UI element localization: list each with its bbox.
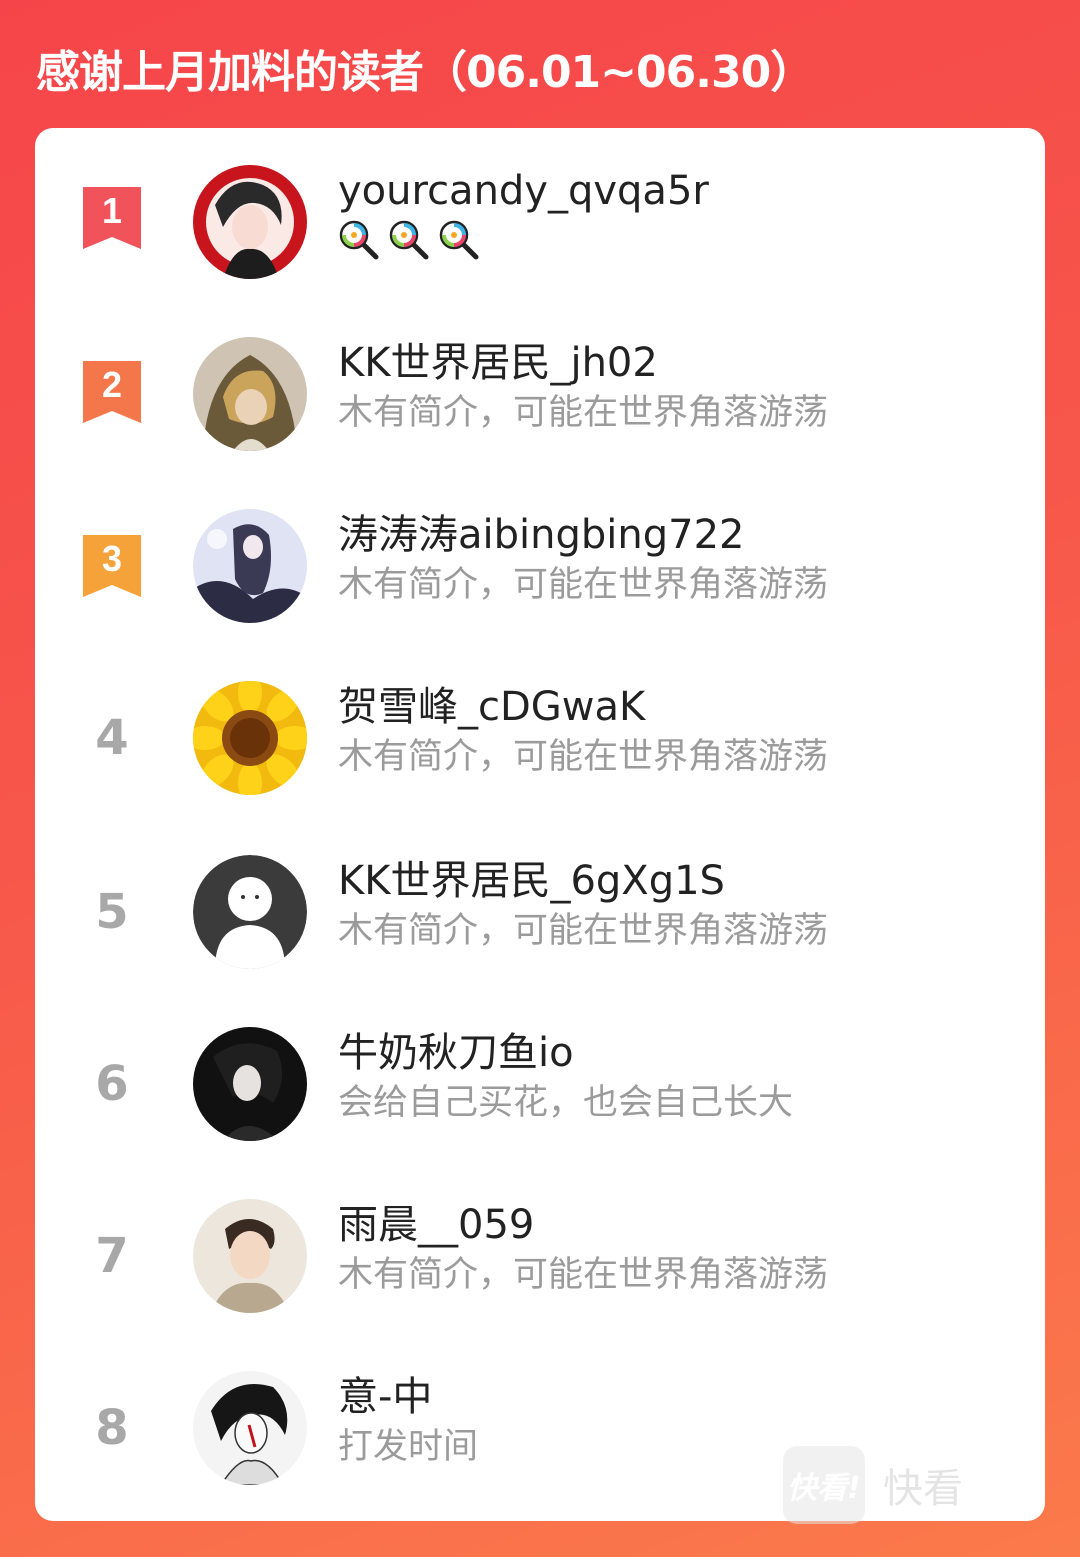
avatar[interactable] xyxy=(193,1199,307,1313)
reader-name[interactable]: 牛奶秋刀鱼io xyxy=(338,1029,574,1077)
rank-number: 5 xyxy=(95,884,129,940)
avatar[interactable] xyxy=(193,165,307,279)
reader-name[interactable]: 意-中 xyxy=(338,1373,432,1421)
avatar[interactable] xyxy=(193,1027,307,1141)
list-item[interactable]: 2 KK世界居民_jh02 木有简介，可能在世界角落游荡 xyxy=(35,337,1045,487)
default-user-avatar-icon xyxy=(193,855,307,969)
reader-name[interactable]: 雨晨__059 xyxy=(338,1201,534,1249)
reader-name[interactable]: KK世界居民_jh02 xyxy=(338,339,658,387)
page-title: 感谢上月加料的读者（06.01~06.30） xyxy=(36,47,814,98)
reader-name[interactable]: 贺雪峰_cDGwaK xyxy=(338,683,645,731)
list-item[interactable]: 3 涛涛涛aibingbing722 木有简介，可能在世界角落游荡 xyxy=(35,509,1045,659)
avatar[interactable] xyxy=(193,681,307,795)
lollipop-icon xyxy=(339,220,379,260)
avatar[interactable] xyxy=(193,855,307,969)
reader-bio: 木有简介，可能在世界角落游荡 xyxy=(338,1255,829,1295)
list-item[interactable]: 4 贺雪峰_cDGwaK 木有简介，可能在世界角落游荡 xyxy=(35,681,1045,831)
rank-ribbon-icon: 2 xyxy=(83,361,141,423)
avatar[interactable] xyxy=(193,337,307,451)
reader-ranking-card: 1 yourcandy_qvqa5r 2 KK世界居民_jh02 木有简介，可能… xyxy=(35,128,1045,1524)
kuaikan-logo: 快看! xyxy=(783,1446,865,1524)
rank-number: 7 xyxy=(95,1228,129,1284)
rank-number: 6 xyxy=(95,1056,129,1112)
rank-number: 4 xyxy=(95,710,129,766)
svg-text:3: 3 xyxy=(102,538,122,579)
watermark-text: 快看 xyxy=(883,1466,963,1512)
reader-name[interactable]: KK世界居民_6gXg1S xyxy=(338,857,725,905)
list-item[interactable]: 1 yourcandy_qvqa5r xyxy=(35,165,1045,315)
kuaikan-watermark: 快看! 快看 xyxy=(783,1446,963,1524)
rank-ribbon-icon: 3 xyxy=(83,535,141,597)
lollipop-icon xyxy=(389,220,429,260)
reader-bio: 木有简介，可能在世界角落游荡 xyxy=(338,565,829,605)
svg-text:1: 1 xyxy=(102,190,122,231)
reader-bio: 会给自己买花，也会自己长大 xyxy=(338,1083,794,1123)
avatar[interactable] xyxy=(193,509,307,623)
list-item[interactable]: 7 雨晨__059 木有简介，可能在世界角落游荡 xyxy=(35,1199,1045,1349)
reader-name[interactable]: yourcandy_qvqa5r xyxy=(338,167,709,215)
list-item[interactable]: 5 KK世界居民_6gXg1S 木有简介，可能在世界角落游荡 xyxy=(35,855,1045,1005)
lollipop-icon xyxy=(439,220,479,260)
avatar[interactable] xyxy=(193,1371,307,1485)
reader-bio: 木有简介，可能在世界角落游荡 xyxy=(338,393,829,433)
reader-name[interactable]: 涛涛涛aibingbing722 xyxy=(338,511,744,559)
list-item[interactable]: 6 牛奶秋刀鱼io 会给自己买花，也会自己长大 xyxy=(35,1027,1045,1177)
svg-text:2: 2 xyxy=(102,364,122,405)
rank-ribbon-icon: 1 xyxy=(83,187,141,249)
reader-bio: 木有简介，可能在世界角落游荡 xyxy=(338,737,829,777)
reward-badges xyxy=(338,219,480,263)
reader-bio: 木有简介，可能在世界角落游荡 xyxy=(338,911,829,951)
rank-number: 8 xyxy=(95,1400,129,1456)
reader-bio: 打发时间 xyxy=(338,1427,479,1467)
